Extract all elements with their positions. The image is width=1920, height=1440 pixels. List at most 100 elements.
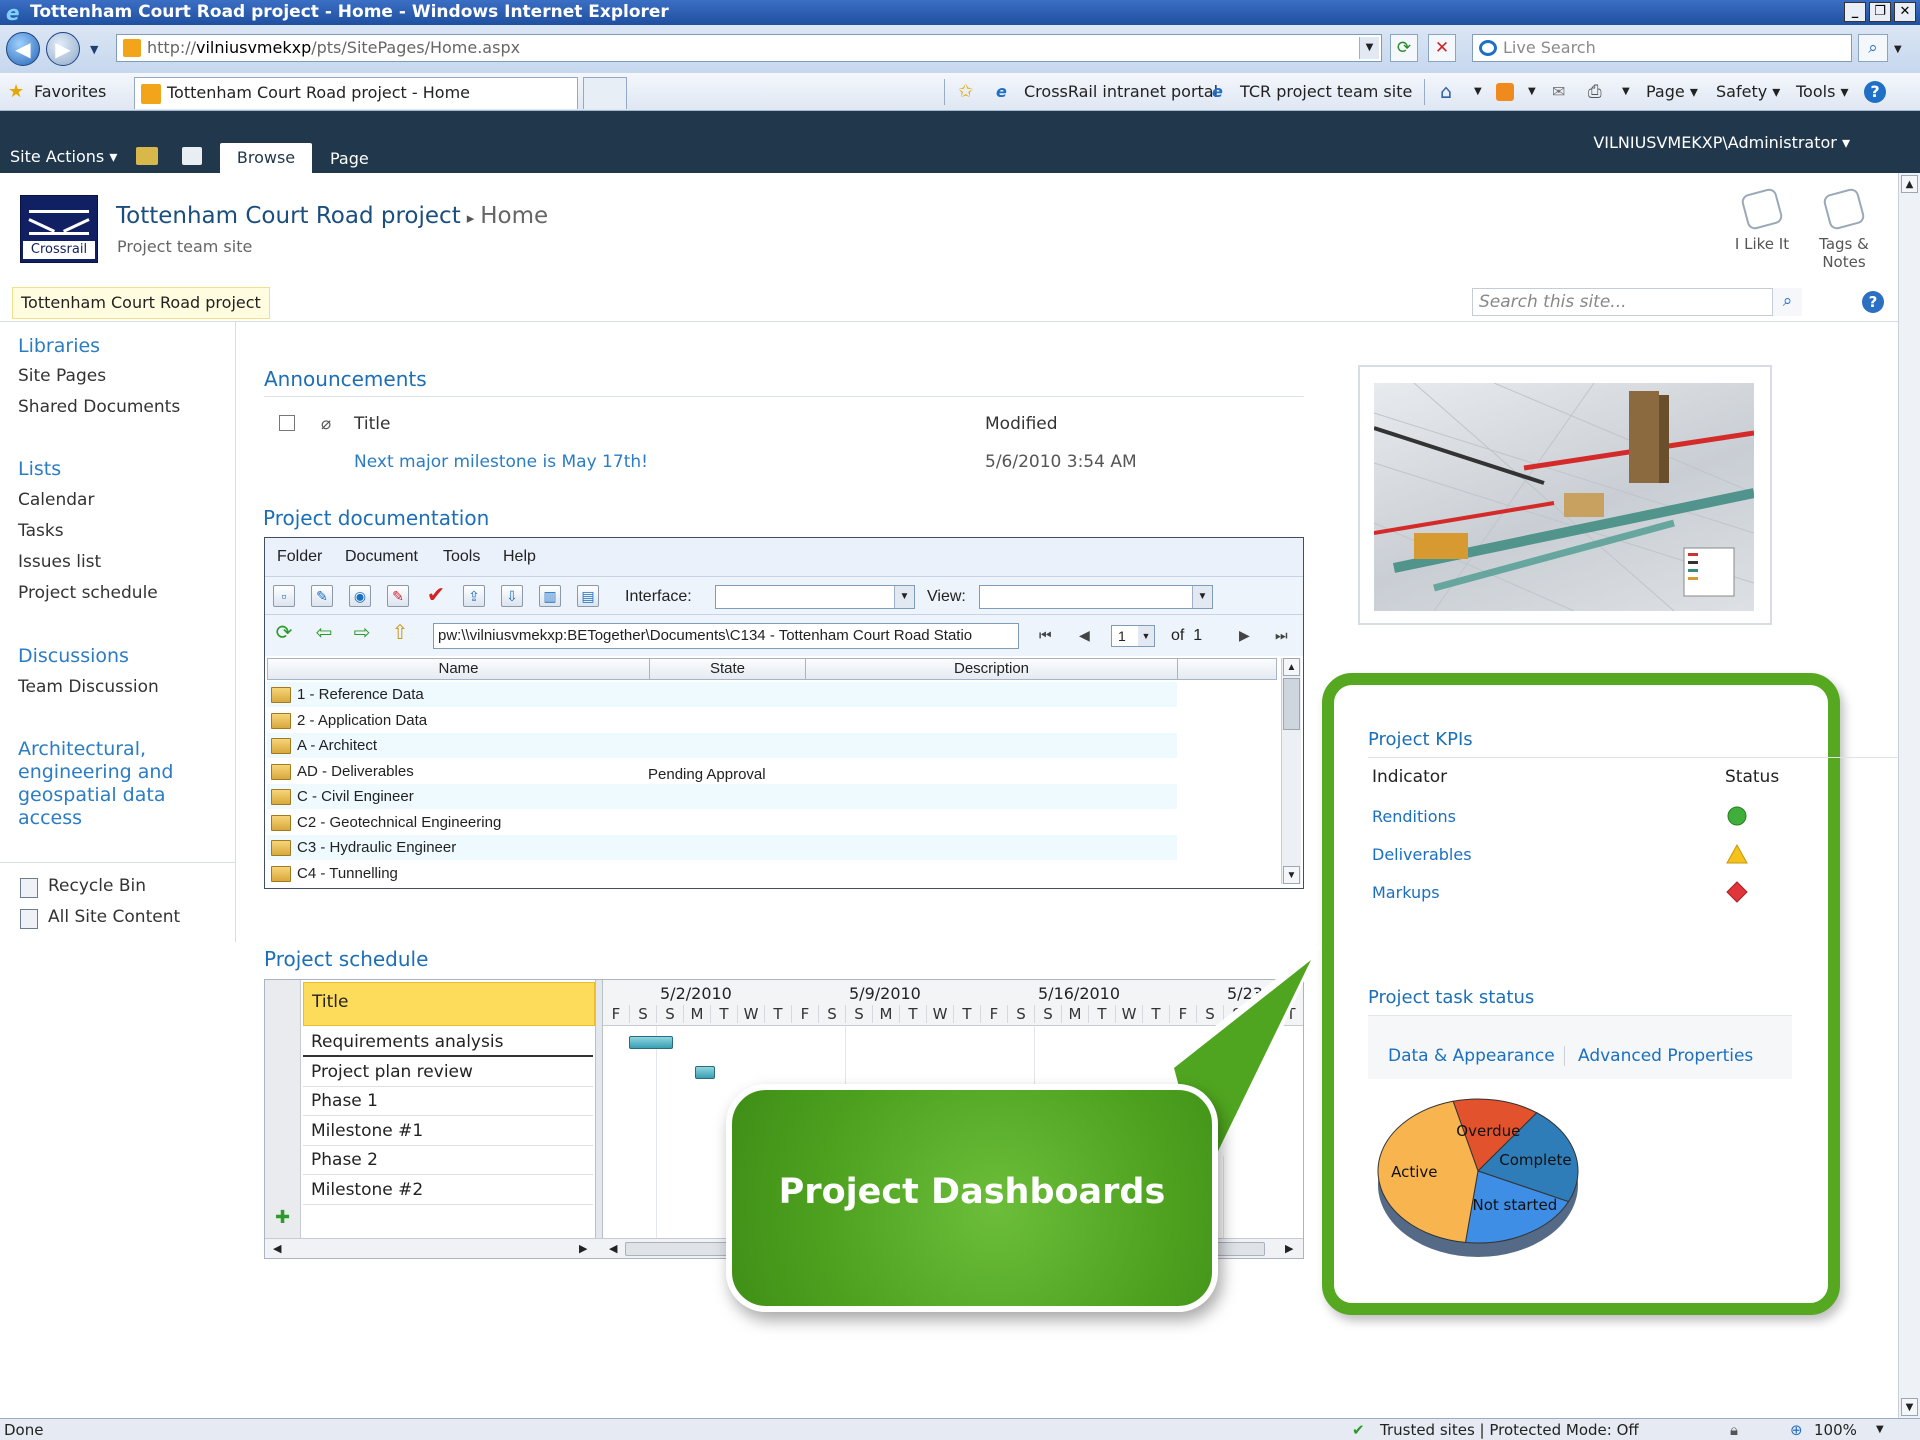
scroll-down-icon[interactable]: ▼ xyxy=(1901,1398,1918,1416)
up-folder-icon[interactable]: ⇧ xyxy=(389,623,411,645)
tab-browse[interactable]: Browse xyxy=(220,143,312,173)
back-arrow-icon[interactable]: ⇦ xyxy=(313,623,335,645)
scroll-left-icon[interactable]: ◀ xyxy=(273,1242,281,1255)
user-menu[interactable]: VILNIUSVMEKXP\Administrator ▾ xyxy=(1593,133,1850,152)
menu-folder[interactable]: Folder xyxy=(277,548,322,566)
interface-select[interactable]: ▼ xyxy=(715,585,915,609)
scroll-up-icon[interactable]: ▲ xyxy=(1283,658,1300,676)
scroll-left-icon[interactable]: ◀ xyxy=(609,1242,617,1255)
approve-check-icon[interactable]: ✔ xyxy=(425,584,447,607)
gantt-task-row[interactable]: Milestone #2 xyxy=(303,1176,593,1205)
new-tab-button[interactable] xyxy=(583,77,627,109)
search-options-icon[interactable]: ▼ xyxy=(1894,44,1902,55)
announcements-title[interactable]: Announcements xyxy=(264,367,427,391)
navigate-up-icon[interactable] xyxy=(136,147,158,165)
copy-out-icon[interactable]: ⇪ xyxy=(463,585,485,607)
table-row[interactable]: 2 - Application Data xyxy=(267,707,1177,733)
task-status-title[interactable]: Project task status xyxy=(1368,987,1534,1008)
home-icon[interactable]: ⌂ xyxy=(1440,81,1452,103)
nav-item-tasks[interactable]: Tasks xyxy=(18,521,64,541)
refresh-icon[interactable]: ⟳ xyxy=(273,623,295,645)
nav-heading-lists[interactable]: Lists xyxy=(18,458,61,481)
column-header-modified[interactable]: Modified xyxy=(985,414,1058,434)
gantt-splitter[interactable] xyxy=(595,980,603,1238)
print-icon[interactable]: ⎙ xyxy=(1588,81,1602,103)
view-select[interactable]: ▼ xyxy=(979,585,1213,609)
properties-icon[interactable]: ▤ xyxy=(577,585,599,607)
markup-icon[interactable]: ✎ xyxy=(387,585,409,607)
kpi-title[interactable]: Project KPIs xyxy=(1368,729,1473,750)
last-page-icon[interactable]: ⏭ xyxy=(1275,627,1288,644)
site-search-icon[interactable]: ⌕ xyxy=(1772,288,1802,316)
view-document-icon[interactable]: ◉ xyxy=(349,585,371,607)
folder-path-input[interactable]: pw:\\vilniusvmekxp:BETogether\Documents\… xyxy=(433,623,1019,649)
url-dropdown-icon[interactable]: ▼ xyxy=(1359,37,1379,59)
live-search-input[interactable]: Live Search xyxy=(1472,34,1852,62)
scroll-right-icon[interactable]: ▶ xyxy=(579,1242,587,1255)
scroll-thumb[interactable] xyxy=(1283,678,1300,730)
all-site-content-link[interactable]: All Site Content xyxy=(18,907,180,929)
tags-notes-button[interactable]: Tags & Notes xyxy=(1804,186,1884,271)
gantt-task-row[interactable]: Milestone #1 xyxy=(303,1117,593,1146)
nav-item-issues-list[interactable]: Issues list xyxy=(18,552,101,572)
nav-item-calendar[interactable]: Calendar xyxy=(18,490,94,510)
page-number-select[interactable]: 1 ▼ xyxy=(1111,625,1155,647)
page-menu[interactable]: Page ▾ xyxy=(1646,81,1698,103)
rss-feed-icon[interactable] xyxy=(1496,83,1514,101)
advanced-properties-link[interactable]: Advanced Properties xyxy=(1578,1046,1753,1066)
first-page-icon[interactable]: ⏮ xyxy=(1039,627,1052,644)
nav-heading-aec-access[interactable]: Architectural, engineering and geospatia… xyxy=(18,738,173,830)
favorites-button[interactable]: Favorites xyxy=(34,81,106,103)
site-search-input[interactable]: Search this site... ⌕ xyxy=(1472,288,1802,316)
zoom-dropdown-icon[interactable]: ▼ xyxy=(1876,1419,1884,1440)
table-row[interactable]: A - Architect xyxy=(267,733,1177,758)
grid-scrollbar[interactable]: ▲ ▼ xyxy=(1281,658,1301,884)
table-row[interactable]: AD - Deliverables Pending Approval xyxy=(267,758,1177,784)
gantt-task-row[interactable]: Phase 2 xyxy=(303,1146,593,1175)
schedule-title[interactable]: Project schedule xyxy=(264,947,428,971)
open-book-icon[interactable]: ▥ xyxy=(539,585,561,607)
zoom-icon[interactable]: ⊕ xyxy=(1790,1419,1803,1440)
tools-menu[interactable]: Tools ▾ xyxy=(1796,81,1849,103)
prev-page-icon[interactable]: ◀ xyxy=(1079,627,1090,644)
site-title-link[interactable]: Tottenham Court Road project xyxy=(116,203,461,229)
gantt-task-bar[interactable] xyxy=(629,1036,673,1049)
scroll-right-icon[interactable]: ▶ xyxy=(1285,1242,1293,1255)
stop-icon[interactable]: ✕ xyxy=(1428,34,1456,62)
nav-item-site-pages[interactable]: Site Pages xyxy=(18,366,106,386)
table-row[interactable]: C2 - Geotechnical Engineering xyxy=(267,809,1177,835)
help-icon[interactable]: ? xyxy=(1862,291,1884,313)
forward-arrow-icon[interactable]: ⇨ xyxy=(351,623,373,645)
history-dropdown-icon[interactable]: ▼ xyxy=(90,43,98,56)
refresh-icon[interactable]: ⟳ xyxy=(1390,34,1418,62)
fav-link-crossrail-portal[interactable]: CrossRail intranet portal xyxy=(1024,81,1218,103)
menu-tools[interactable]: Tools xyxy=(443,548,480,566)
favorites-star-icon[interactable]: ★ xyxy=(8,81,24,103)
crossrail-logo[interactable]: Crossrail xyxy=(20,195,98,263)
gantt-task-bar[interactable] xyxy=(695,1065,715,1079)
gantt-task-row[interactable]: Requirements analysis xyxy=(303,1028,593,1057)
recycle-bin-link[interactable]: Recycle Bin xyxy=(18,876,146,898)
nav-item-shared-documents[interactable]: Shared Documents xyxy=(18,397,180,417)
kpi-link-renditions[interactable]: Renditions xyxy=(1372,807,1456,826)
help-menu-icon[interactable]: ? xyxy=(1864,81,1886,103)
gantt-task-row[interactable]: Project plan review xyxy=(303,1058,593,1087)
column-header-description[interactable]: Description xyxy=(806,659,1178,679)
back-button[interactable]: ◀ xyxy=(6,32,40,66)
column-header-state[interactable]: State xyxy=(650,659,806,679)
nav-item-project-schedule[interactable]: Project schedule xyxy=(18,583,158,603)
column-header-title[interactable]: Title xyxy=(354,414,390,434)
nav-heading-libraries[interactable]: Libraries xyxy=(18,335,100,358)
edit-document-icon[interactable]: ✎ xyxy=(311,585,333,607)
i-like-it-button[interactable]: I Like It xyxy=(1722,186,1802,253)
new-document-icon[interactable]: ▫ xyxy=(273,585,295,607)
table-row[interactable]: C3 - Hydraulic Engineer xyxy=(267,835,1177,860)
scroll-down-icon[interactable]: ▼ xyxy=(1283,866,1300,884)
nav-item-team-discussion[interactable]: Team Discussion xyxy=(18,677,159,697)
minimize-icon[interactable]: _ xyxy=(1844,2,1866,22)
rss-dropdown-icon[interactable]: ▼ xyxy=(1528,81,1536,103)
check-in-icon[interactable]: ⇩ xyxy=(501,585,523,607)
menu-help[interactable]: Help xyxy=(503,548,536,566)
announcement-title-link[interactable]: Next major milestone is May 17th! xyxy=(354,452,648,472)
forward-button[interactable]: ▶ xyxy=(46,32,80,66)
